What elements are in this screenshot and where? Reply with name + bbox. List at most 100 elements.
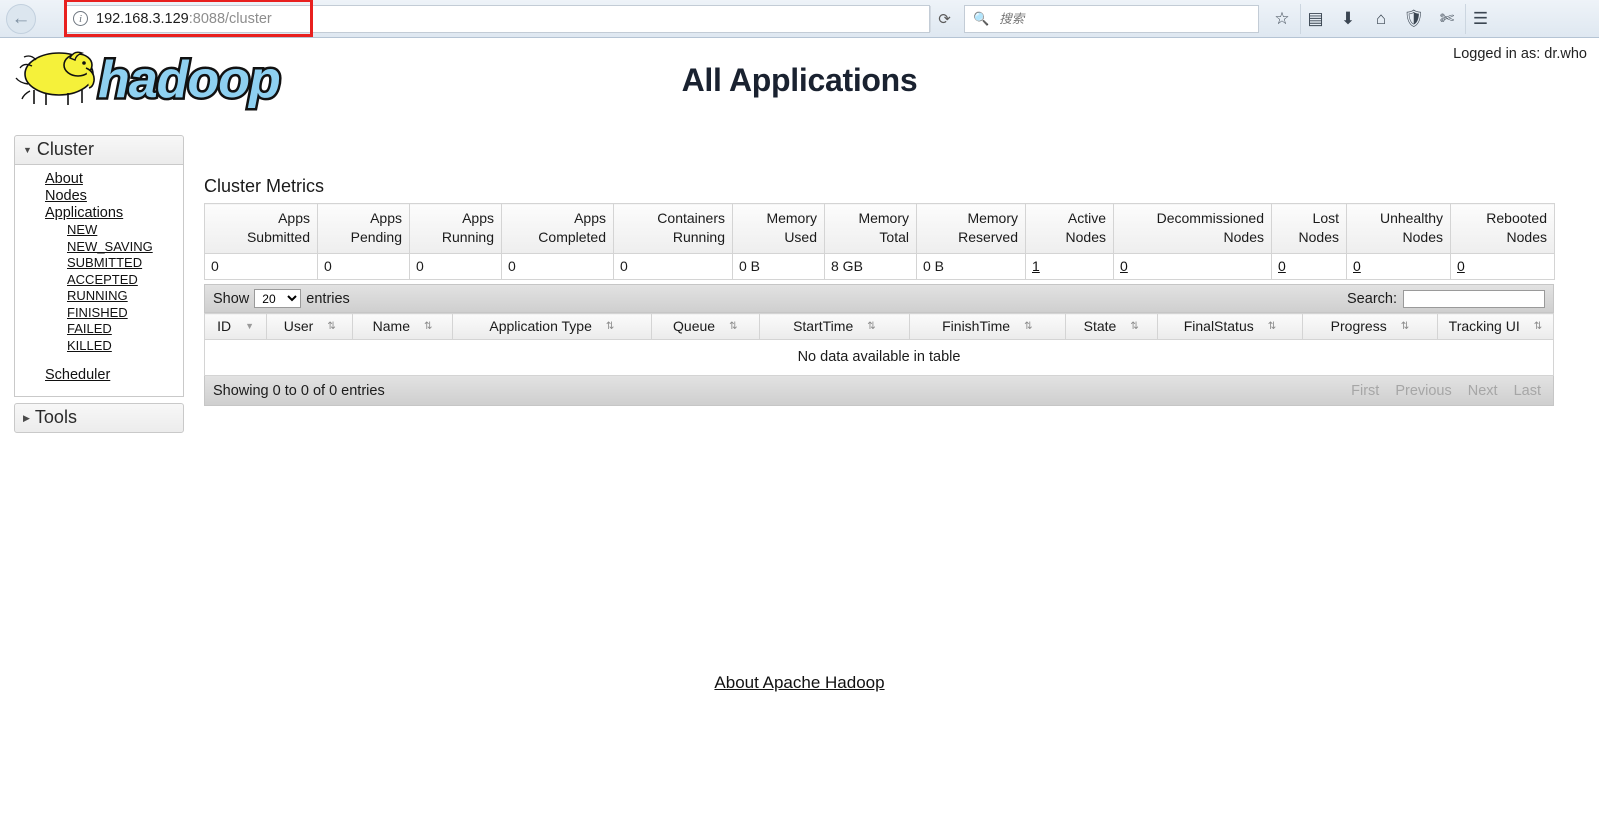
- browser-search-box[interactable]: 🔍: [964, 4, 1259, 33]
- metric-header-line2: Nodes: [1298, 229, 1339, 245]
- metric-header-line2: Reserved: [958, 229, 1018, 245]
- metric-value-link[interactable]: 0: [1278, 258, 1286, 274]
- sidebar-item-new-saving[interactable]: NEW_SAVING: [67, 239, 153, 256]
- search-icon: 🔍: [973, 10, 990, 26]
- cluster-metrics-value-row: 000000 B8 GB 0 B10000: [204, 253, 1555, 280]
- address-bar[interactable]: i 192.168.3.129:8088/cluster: [66, 4, 930, 33]
- pagination-first[interactable]: First: [1351, 383, 1379, 399]
- column-header-id[interactable]: ID ▼: [203, 313, 268, 340]
- metric-header-line2: Nodes: [1223, 229, 1264, 245]
- metric-value-12[interactable]: 0: [1450, 253, 1555, 280]
- sidebar-item-killed[interactable]: KILLED: [67, 338, 112, 355]
- column-header-label: Name: [372, 318, 410, 334]
- browser-search-input[interactable]: [997, 10, 1250, 27]
- column-header-tracking-ui[interactable]: Tracking UI ⇅: [1436, 313, 1555, 340]
- metric-value-link[interactable]: 0: [1120, 258, 1128, 274]
- back-arrow-icon[interactable]: ←: [6, 3, 36, 34]
- sidebar-item-new[interactable]: NEW: [67, 222, 97, 239]
- home-icon[interactable]: ⌂: [1366, 4, 1396, 34]
- metric-value-8[interactable]: 1: [1025, 253, 1114, 280]
- metric-value-1: 0: [317, 253, 410, 280]
- pocket-icon[interactable]: 🛡: [1399, 4, 1429, 34]
- datatable-footer: Showing 0 to 0 of 0 entries First Previo…: [204, 376, 1554, 406]
- metric-value-10[interactable]: 0: [1271, 253, 1347, 280]
- column-header-finalstatus[interactable]: FinalStatus ⇅: [1156, 313, 1304, 340]
- metric-header-5: Memory Used: [732, 203, 825, 254]
- metric-value-link[interactable]: 0: [1353, 258, 1361, 274]
- entries-select[interactable]: 20406080100: [254, 289, 302, 308]
- metric-header-9: Decommissioned Nodes: [1113, 203, 1272, 254]
- pagination-previous[interactable]: Previous: [1395, 383, 1451, 399]
- entries-label: entries: [306, 290, 350, 307]
- cluster-metrics-title: Cluster Metrics: [204, 176, 325, 196]
- sidebar-item-scheduler[interactable]: Scheduler: [45, 367, 110, 384]
- main-content: Cluster Metrics Apps Submitted Apps Pending…: [203, 176, 1555, 406]
- column-header-label: Progress: [1330, 318, 1387, 334]
- metric-header-7: Memory Reserved: [916, 203, 1026, 254]
- column-header-finishtime[interactable]: FinishTime ⇅: [909, 313, 1066, 340]
- metric-header-line2: Total: [879, 229, 909, 245]
- metric-header-3: Apps Completed: [501, 203, 614, 254]
- sort-both-icon: ⇅: [867, 320, 876, 332]
- metric-value-2: 0: [409, 253, 502, 280]
- library-icon[interactable]: ▤: [1300, 3, 1330, 34]
- sort-both-icon: ⇅: [1024, 320, 1033, 332]
- menu-icon[interactable]: ☰: [1465, 3, 1495, 34]
- metric-header-10: Lost Nodes: [1271, 203, 1347, 254]
- search-label: Search:: [1347, 290, 1397, 307]
- bookmark-star-icon[interactable]: ☆: [1267, 4, 1297, 34]
- pagination-next[interactable]: Next: [1468, 383, 1498, 399]
- column-header-starttime[interactable]: StartTime ⇅: [758, 313, 911, 340]
- column-header-name[interactable]: Name ⇅: [352, 313, 453, 340]
- metric-header-1: Apps Pending: [317, 203, 410, 254]
- url-text: 192.168.3.129:8088/cluster: [96, 10, 272, 27]
- column-header-content: StartTime ⇅: [793, 318, 876, 334]
- sort-both-icon: ⇅: [605, 320, 615, 332]
- column-header-user[interactable]: User ⇅: [266, 313, 354, 340]
- extension-icon[interactable]: ✄: [1432, 4, 1462, 34]
- metric-header-6: Memory Total: [824, 203, 917, 254]
- sidebar-item-applications[interactable]: Applications: [45, 205, 123, 222]
- metric-value-0: 0: [204, 253, 318, 280]
- reload-icon[interactable]: ⟳: [930, 5, 958, 32]
- metric-value-9[interactable]: 0: [1113, 253, 1272, 280]
- sidebar-tools-header[interactable]: ▶ Tools: [14, 403, 184, 433]
- sidebar-item-nodes[interactable]: Nodes: [45, 188, 87, 205]
- metric-value-link[interactable]: 0: [1457, 258, 1465, 274]
- sidebar-item-running[interactable]: RUNNING: [67, 288, 128, 305]
- sidebar-item-accepted[interactable]: ACCEPTED: [67, 272, 138, 289]
- column-header-state[interactable]: State ⇅: [1064, 313, 1158, 340]
- browser-toolbar: ← i 192.168.3.129:8088/cluster ⟳ 🔍 ☆ ▤ ⬇…: [0, 0, 1599, 38]
- search-input[interactable]: [1403, 289, 1545, 308]
- sidebar-cluster-header[interactable]: ▼ Cluster: [14, 135, 184, 165]
- metric-header-line1: Apps: [462, 210, 494, 226]
- downloads-icon[interactable]: ⬇: [1333, 4, 1363, 34]
- metric-header-line1: Apps: [370, 210, 402, 226]
- sort-both-icon: ⇅: [1267, 320, 1277, 332]
- metric-header-line1: Active: [1067, 210, 1106, 226]
- sort-both-icon: ⇅: [327, 320, 336, 332]
- sidebar: ▼ Cluster About Nodes Applications NEW NE…: [14, 135, 184, 433]
- column-header-queue[interactable]: Queue ⇅: [650, 313, 760, 340]
- column-header-content: FinalStatus ⇅: [1184, 318, 1276, 334]
- about-apache-hadoop-link[interactable]: About Apache Hadoop: [714, 673, 884, 692]
- metric-header-line1: Decommissioned: [1156, 210, 1264, 226]
- sidebar-item-about[interactable]: About: [45, 171, 83, 188]
- metric-header-12: Rebooted Nodes: [1450, 203, 1555, 254]
- sort-both-icon: ⇅: [729, 320, 738, 332]
- sidebar-item-failed[interactable]: FAILED: [67, 321, 112, 338]
- column-header-progress[interactable]: Progress ⇅: [1302, 313, 1438, 340]
- metric-header-line1: Apps: [574, 210, 606, 226]
- metric-header-line1: Memory: [967, 210, 1018, 226]
- column-header-label: StartTime: [793, 318, 854, 334]
- empty-table-message: No data available in table: [204, 339, 1554, 376]
- sidebar-item-finished[interactable]: FINISHED: [67, 305, 128, 322]
- pagination-last[interactable]: Last: [1514, 383, 1541, 399]
- pagination-controls: First Previous Next Last: [1351, 383, 1545, 399]
- column-header-application-type[interactable]: Application Type ⇅: [451, 313, 652, 340]
- metric-header-11: Unhealthy Nodes: [1346, 203, 1451, 254]
- metric-value-link[interactable]: 1: [1032, 258, 1040, 274]
- sidebar-item-submitted[interactable]: SUBMITTED: [67, 255, 142, 272]
- metric-value-11[interactable]: 0: [1346, 253, 1451, 280]
- site-info-icon[interactable]: i: [73, 11, 88, 26]
